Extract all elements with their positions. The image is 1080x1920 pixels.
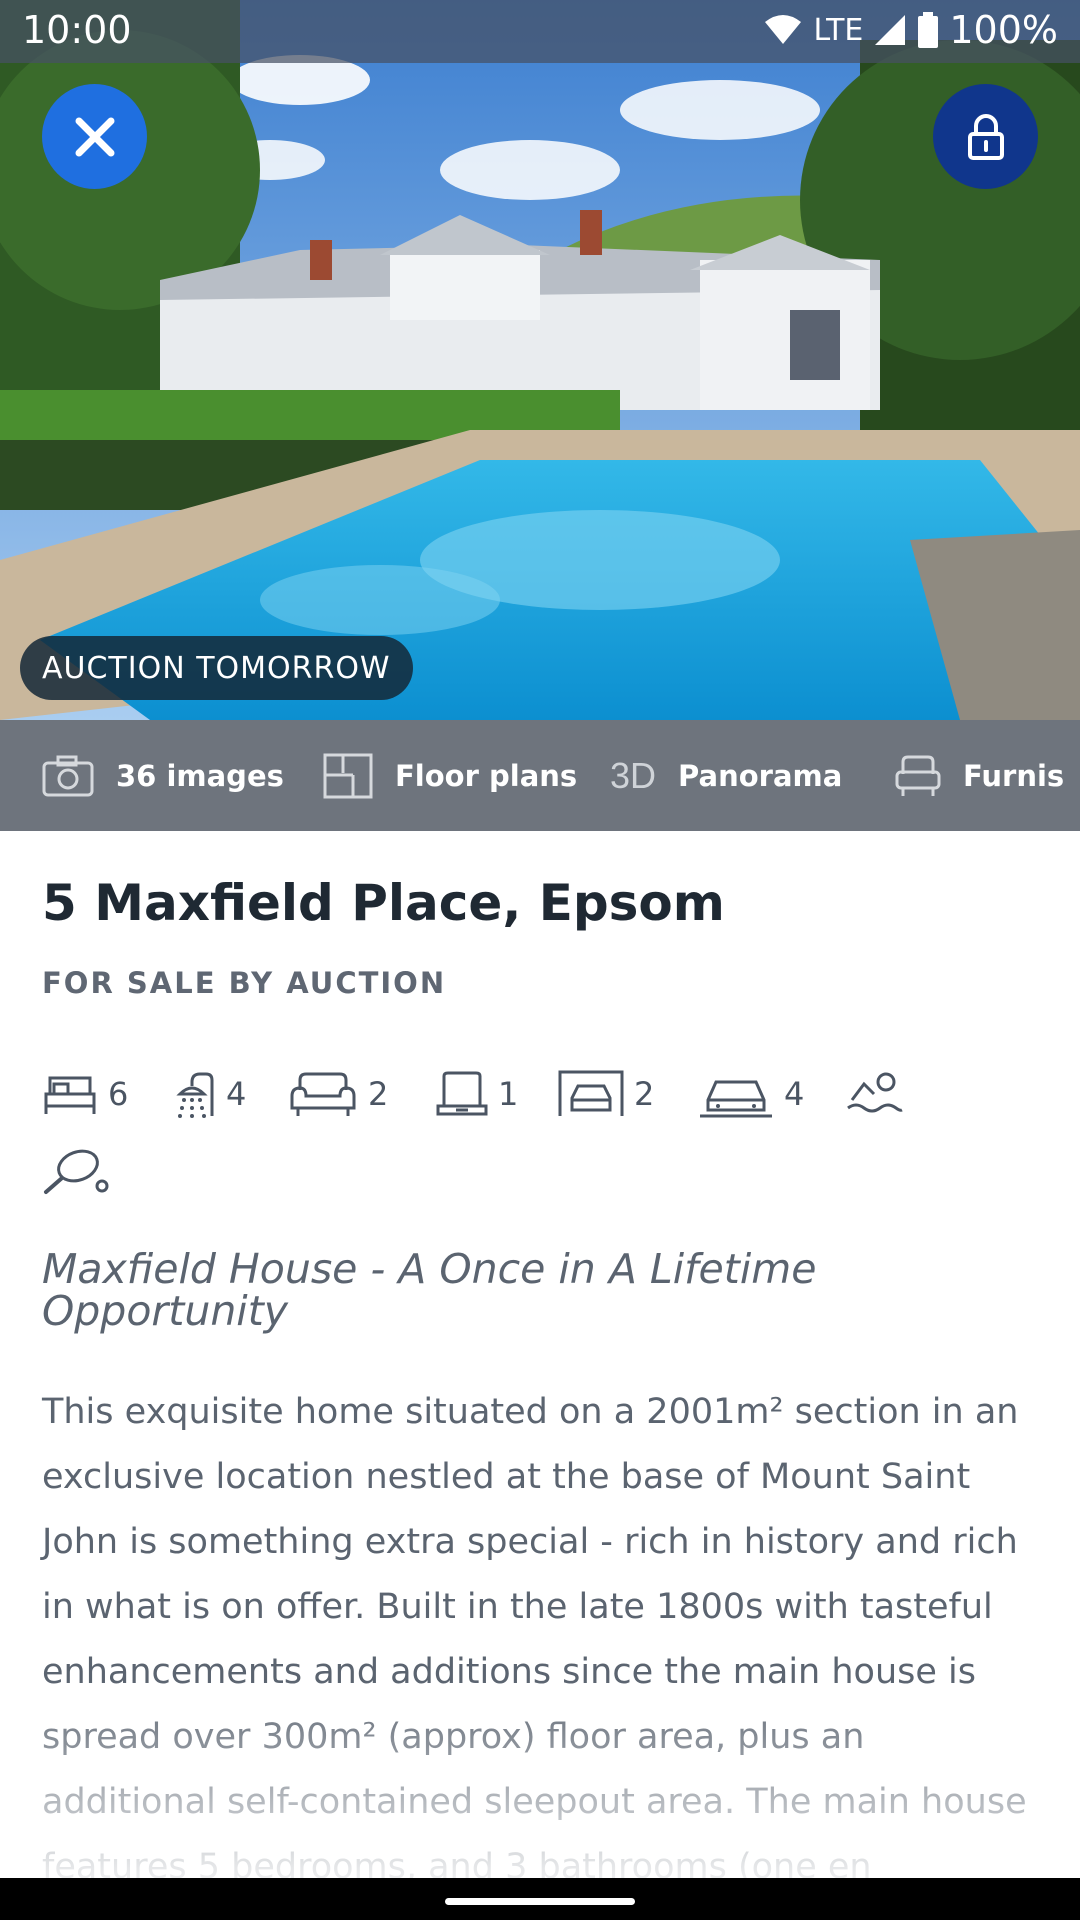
- listing-tagline: Maxfield House - A Once in A Lifetime Op…: [42, 1245, 817, 1335]
- home-gesture-handle[interactable]: [445, 1898, 635, 1905]
- listing-title: 5 Maxfield Place, Epsom: [42, 874, 725, 932]
- car-icon: [700, 1080, 772, 1118]
- wifi-icon: [765, 15, 802, 44]
- studies-count: 1: [498, 1075, 519, 1113]
- media-bar: 36 images Floor plans 3D Panorama Furnis: [0, 720, 1080, 831]
- carparks-feature: 4: [698, 1070, 804, 1118]
- garages-count: 2: [634, 1075, 655, 1113]
- floor-plans-button[interactable]: Floor plans: [323, 720, 577, 831]
- bathrooms-count: 4: [226, 1075, 247, 1113]
- garages-feature: 2: [558, 1070, 654, 1118]
- hero-photo[interactable]: 10:00 LTE 100% AUCTION TOMORROW: [0, 0, 1080, 720]
- status-bar: 10:00 LTE 100%: [0, 0, 1080, 63]
- bathrooms-feature: 4: [172, 1070, 246, 1118]
- lock-icon: [967, 113, 1004, 160]
- 3d-icon: 3D: [610, 754, 657, 796]
- studies-feature: 1: [436, 1070, 518, 1118]
- close-icon: [75, 117, 114, 156]
- carparks-count: 4: [784, 1075, 805, 1113]
- garage-icon: [558, 1070, 624, 1116]
- floorplan-icon: [323, 753, 373, 799]
- armchair-icon: [895, 754, 941, 798]
- panorama-button[interactable]: 3D Panorama: [610, 720, 842, 831]
- furnishings-button[interactable]: Furnis: [895, 720, 1064, 831]
- images-button[interactable]: 36 images: [42, 720, 284, 831]
- status-icons: LTE 100%: [763, 8, 1058, 52]
- study-icon: [436, 1071, 488, 1116]
- close-button[interactable]: [42, 84, 147, 189]
- description-fade: [0, 1680, 1080, 1880]
- lock-button[interactable]: [933, 84, 1038, 189]
- shower-icon: [176, 1072, 214, 1118]
- sofa-icon: [290, 1072, 356, 1116]
- bedrooms-feature: 6: [42, 1070, 128, 1118]
- panorama-label: Panorama: [678, 758, 843, 793]
- signal-icon: [875, 15, 906, 45]
- tennis-icon: [44, 1149, 109, 1194]
- pool-icon: [847, 1072, 903, 1113]
- tennis-feature: [42, 1148, 120, 1196]
- bed-icon: [44, 1076, 96, 1114]
- lounges-count: 2: [368, 1075, 389, 1113]
- status-time: 10:00: [22, 8, 132, 52]
- pool-feature: [846, 1070, 914, 1118]
- house-pool-photo: [0, 0, 1080, 720]
- furnishings-label: Furnis: [963, 758, 1065, 793]
- sale-type: FOR SALE BY AUCTION: [42, 966, 447, 1000]
- camera-icon: [42, 755, 94, 797]
- bedrooms-count: 6: [108, 1075, 129, 1113]
- battery-icon: [918, 12, 939, 48]
- floor-plans-label: Floor plans: [395, 758, 578, 793]
- battery-level: 100%: [949, 8, 1058, 52]
- images-label: 36 images: [116, 758, 284, 793]
- network-type: LTE: [813, 12, 864, 48]
- lounges-feature: 2: [288, 1070, 388, 1118]
- auction-badge: AUCTION TOMORROW: [20, 636, 413, 700]
